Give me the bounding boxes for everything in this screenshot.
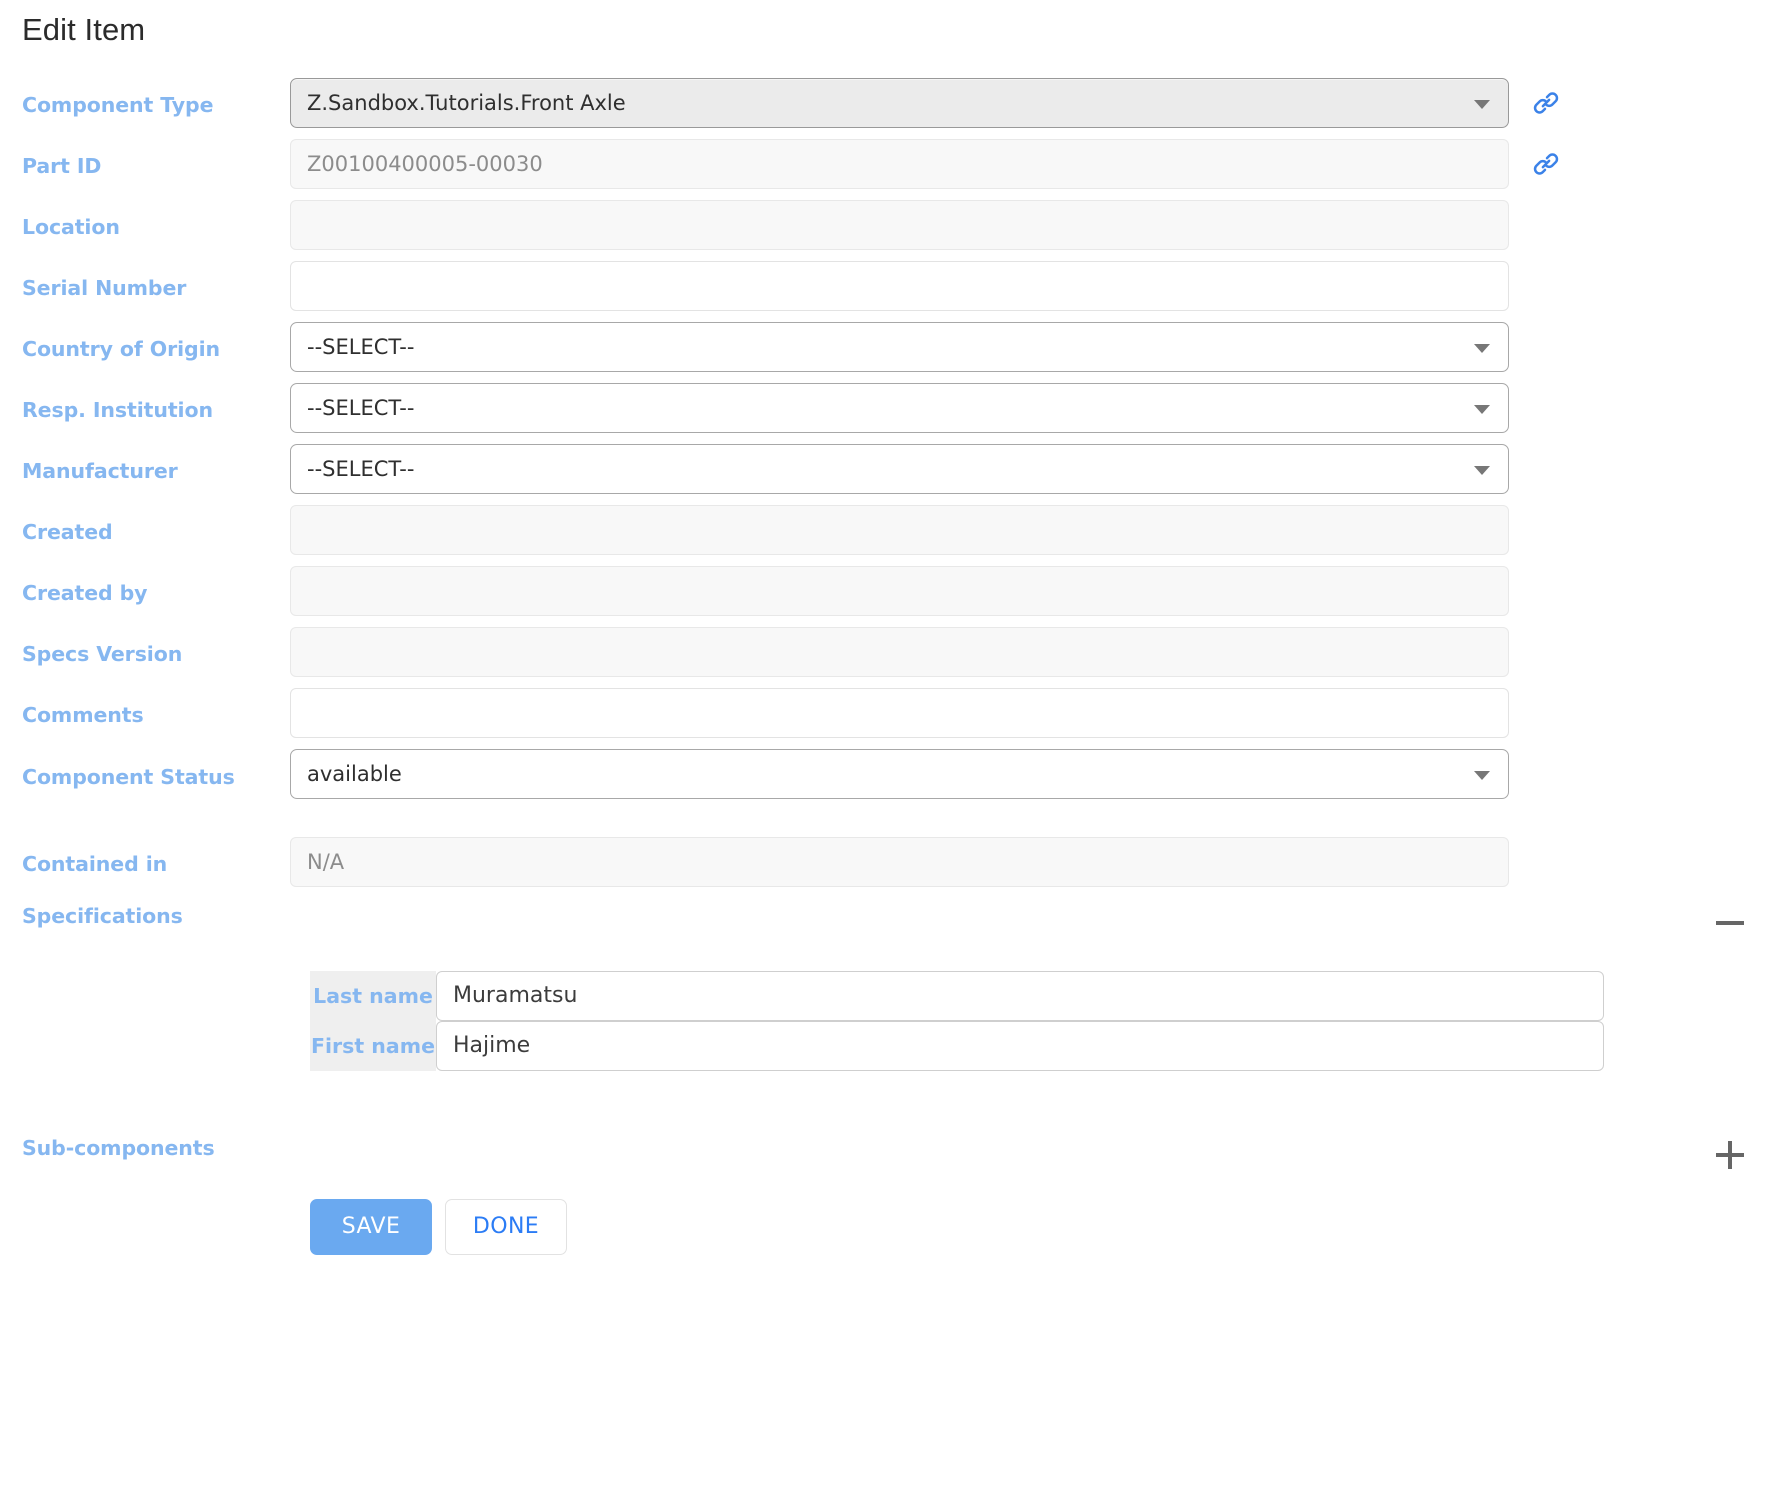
save-button[interactable]: SAVE	[310, 1199, 432, 1255]
manufacturer-select[interactable]: --SELECT--	[290, 444, 1509, 494]
country-of-origin-value: --SELECT--	[307, 335, 415, 359]
field-row-specs-version: Specs Version	[22, 627, 1768, 677]
field-wrap-manufacturer: --SELECT--	[290, 444, 1509, 494]
country-of-origin-select[interactable]: --SELECT--	[290, 322, 1509, 372]
spec-input-first-name[interactable]: Hajime	[436, 1021, 1604, 1071]
label-manufacturer: Manufacturer	[22, 459, 178, 483]
component-status-value: available	[307, 762, 402, 786]
resp-institution-select[interactable]: --SELECT--	[290, 383, 1509, 433]
label-specifications: Specifications	[22, 904, 183, 928]
field-row-country-of-origin: Country of Origin --SELECT--	[22, 322, 1768, 372]
field-wrap-specs-version	[290, 627, 1509, 677]
chevron-down-icon	[1474, 405, 1490, 414]
chevron-down-icon	[1474, 344, 1490, 353]
label-created: Created	[22, 520, 113, 544]
link-icon[interactable]	[1531, 88, 1563, 120]
label-created-by: Created by	[22, 581, 148, 605]
chevron-down-icon	[1474, 466, 1490, 475]
label-sub-components: Sub-components	[22, 1136, 215, 1160]
table-row: Last name Muramatsu	[310, 971, 1604, 1021]
field-row-serial-number: Serial Number	[22, 261, 1768, 311]
field-wrap-comments	[290, 688, 1509, 738]
label-component-status: Component Status	[22, 765, 235, 789]
spec-key-first-name: First name	[310, 1021, 436, 1071]
label-resp-institution: Resp. Institution	[22, 398, 213, 422]
page-title: Edit Item	[22, 12, 146, 47]
field-wrap-component-status: available	[290, 749, 1509, 799]
label-contained-in: Contained in	[22, 852, 168, 876]
field-wrap-created-by	[290, 566, 1509, 616]
field-row-manufacturer: Manufacturer --SELECT--	[22, 444, 1768, 494]
field-row-resp-institution: Resp. Institution --SELECT--	[22, 383, 1768, 433]
resp-institution-value: --SELECT--	[307, 396, 415, 420]
manufacturer-value: --SELECT--	[307, 457, 415, 481]
contained-in-input[interactable]: N/A	[290, 837, 1509, 887]
field-row-created-by: Created by	[22, 566, 1768, 616]
created-input[interactable]	[290, 505, 1509, 555]
field-wrap-contained-in: N/A	[290, 837, 1509, 887]
plus-icon[interactable]	[1716, 1140, 1746, 1170]
done-button[interactable]: DONE	[445, 1199, 567, 1255]
specifications-section-header: Specifications	[22, 903, 1768, 929]
field-row-component-type: Component Type Z.Sandbox.Tutorials.Front…	[22, 78, 1768, 128]
minus-icon[interactable]	[1716, 908, 1746, 938]
label-country-of-origin: Country of Origin	[22, 337, 221, 361]
chevron-down-icon	[1474, 100, 1490, 109]
field-row-component-status: Component Status available	[22, 749, 1768, 799]
field-wrap-component-type: Z.Sandbox.Tutorials.Front Axle	[290, 78, 1559, 128]
comments-input[interactable]	[290, 688, 1509, 738]
field-wrap-location	[290, 200, 1509, 250]
field-row-location: Location	[22, 200, 1768, 250]
component-type-select[interactable]: Z.Sandbox.Tutorials.Front Axle	[290, 78, 1509, 128]
serial-number-input[interactable]	[290, 261, 1509, 311]
label-part-id: Part ID	[22, 154, 102, 178]
specs-version-input[interactable]	[290, 627, 1509, 677]
label-comments: Comments	[22, 703, 144, 727]
chevron-down-icon	[1474, 771, 1490, 780]
field-wrap-part-id: Z00100400005-00030	[290, 139, 1559, 189]
edit-item-page: Edit Item Component Type Z.Sandbox.Tutor…	[0, 0, 1768, 1496]
part-id-input[interactable]: Z00100400005-00030	[290, 139, 1509, 189]
field-row-created: Created	[22, 505, 1768, 555]
action-buttons: SAVE DONE	[310, 1199, 1768, 1255]
component-status-select[interactable]: available	[290, 749, 1509, 799]
field-wrap-country-of-origin: --SELECT--	[290, 322, 1509, 372]
label-serial-number: Serial Number	[22, 276, 187, 300]
label-specs-version: Specs Version	[22, 642, 183, 666]
spec-key-last-name: Last name	[310, 971, 436, 1021]
label-location: Location	[22, 215, 120, 239]
field-row-part-id: Part ID Z00100400005-00030	[22, 139, 1768, 189]
table-row: First name Hajime	[310, 1021, 1604, 1071]
link-icon[interactable]	[1531, 149, 1563, 181]
field-wrap-serial-number	[290, 261, 1509, 311]
field-row-comments: Comments	[22, 688, 1768, 738]
label-component-type: Component Type	[22, 93, 214, 117]
subcomponents-section-header: Sub-components	[22, 1135, 1768, 1169]
specifications-table: Last name Muramatsu First name Hajime	[310, 971, 1604, 1071]
field-wrap-created	[290, 505, 1509, 555]
edit-item-form: Component Type Z.Sandbox.Tutorials.Front…	[0, 78, 1768, 1255]
field-row-contained-in: Contained in N/A	[22, 837, 1768, 887]
created-by-input[interactable]	[290, 566, 1509, 616]
component-type-value: Z.Sandbox.Tutorials.Front Axle	[307, 91, 626, 115]
field-wrap-resp-institution: --SELECT--	[290, 383, 1509, 433]
spec-input-last-name[interactable]: Muramatsu	[436, 971, 1604, 1021]
location-input[interactable]	[290, 200, 1509, 250]
